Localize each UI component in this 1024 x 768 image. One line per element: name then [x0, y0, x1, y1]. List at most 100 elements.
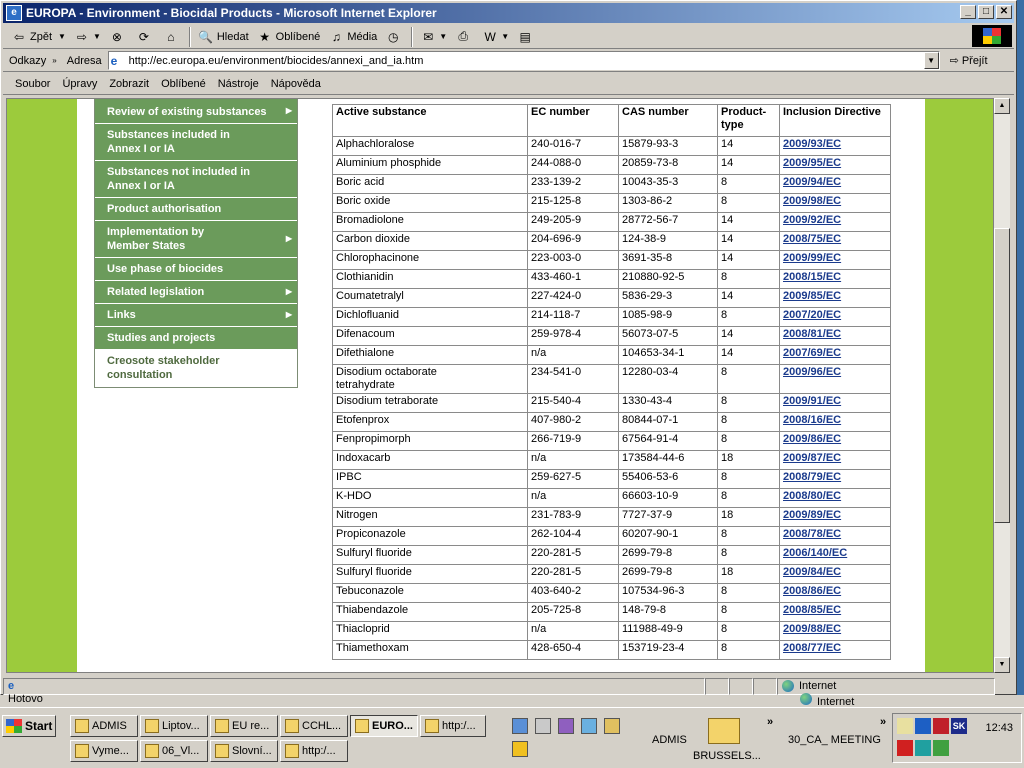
directive-link[interactable]: 2009/87/EC	[783, 452, 841, 464]
directive-link[interactable]: 2007/20/EC	[783, 309, 841, 321]
history-button[interactable]: ◷	[381, 26, 408, 48]
directive-link[interactable]: 2009/92/EC	[783, 214, 841, 226]
directive-link[interactable]: 2008/75/EC	[783, 233, 841, 245]
stop-button[interactable]: ⊗	[105, 26, 132, 48]
tray-antivirus-icon[interactable]	[933, 718, 949, 734]
nav-item[interactable]: Substances not included in Annex I or IA	[95, 161, 297, 198]
vertical-scrollbar[interactable]: ▲ ▼	[994, 98, 1010, 673]
directive-link[interactable]: 2009/96/EC	[783, 366, 841, 378]
nav-item[interactable]: Implementation by Member States ▶	[95, 221, 297, 258]
quicklaunch-icon[interactable]	[535, 718, 551, 734]
taskbar-button[interactable]: ADMIS	[70, 715, 138, 737]
directive-link[interactable]: 2008/81/EC	[783, 328, 841, 340]
directive-link[interactable]: 2007/69/EC	[783, 347, 841, 359]
language-indicator[interactable]: SK	[951, 718, 967, 734]
toolbar-folder-label[interactable]: 30_CA_ MEETING	[788, 734, 881, 746]
directive-link[interactable]: 2008/16/EC	[783, 414, 841, 426]
address-dropdown-button[interactable]: ▼	[923, 52, 939, 69]
chevron-down-icon[interactable]: ▼	[501, 32, 509, 41]
tray-play-icon[interactable]	[915, 718, 931, 734]
home-button[interactable]: ⌂	[159, 26, 186, 48]
nav-item[interactable]: Review of existing substances ▶	[95, 99, 297, 124]
media-player-icon[interactable]	[512, 741, 528, 757]
tray-app-icon[interactable]	[897, 740, 913, 756]
taskbar-button[interactable]: CCHL...	[280, 715, 348, 737]
quicklaunch-icon[interactable]	[558, 718, 574, 734]
back-button[interactable]: ⇦ Zpět ▼	[7, 26, 70, 48]
start-button[interactable]: Start	[2, 715, 56, 737]
directive-link[interactable]: 2009/84/EC	[783, 566, 841, 578]
directive-link[interactable]: 2009/95/EC	[783, 157, 841, 169]
tray-app-icon[interactable]	[915, 740, 931, 756]
go-button[interactable]: ⇨ Přejít	[950, 54, 988, 68]
nav-item[interactable]: Product authorisation	[95, 198, 297, 221]
nav-item[interactable]: Studies and projects	[95, 327, 297, 350]
taskbar-button[interactable]: 06_Vl...	[140, 740, 208, 762]
taskbar-button[interactable]: Liptov...	[140, 715, 208, 737]
scroll-down-button[interactable]: ▼	[994, 657, 1010, 673]
favorites-button[interactable]: ★ Oblíbené	[253, 26, 325, 48]
nav-item[interactable]: Substances included in Annex I or IA	[95, 124, 297, 161]
directive-link[interactable]: 2008/85/EC	[783, 604, 841, 616]
directive-link[interactable]: 2008/77/EC	[783, 642, 841, 654]
forward-button[interactable]: ⇨ ▼	[70, 26, 105, 48]
directive-link[interactable]: 2006/140/EC	[783, 547, 847, 559]
volume-icon[interactable]	[897, 718, 913, 734]
directive-link[interactable]: 2009/93/EC	[783, 138, 841, 150]
edit-button[interactable]: W ▼	[478, 26, 513, 48]
menu-item[interactable]: Nápověda	[265, 78, 327, 90]
search-button[interactable]: 🔍 Hledat	[194, 26, 253, 48]
directive-link[interactable]: 2009/86/EC	[783, 433, 841, 445]
directive-link[interactable]: 2009/94/EC	[783, 176, 841, 188]
print-button[interactable]: ⎙	[451, 26, 478, 48]
directive-link[interactable]: 2009/99/EC	[783, 252, 841, 264]
taskbar-button[interactable]: Vyme...	[70, 740, 138, 762]
media-button[interactable]: ♫ Média	[324, 26, 381, 48]
taskbar-button[interactable]: http:/...	[280, 740, 348, 762]
maximize-button[interactable]: □	[978, 5, 994, 19]
directive-link[interactable]: 2008/80/EC	[783, 490, 841, 502]
chevron-right-icon[interactable]: »	[880, 716, 886, 728]
refresh-button[interactable]: ⟳	[132, 26, 159, 48]
directive-link[interactable]: 2009/89/EC	[783, 509, 841, 521]
quicklaunch-icon[interactable]	[604, 718, 620, 734]
taskbar-button[interactable]: EURO...	[350, 715, 418, 737]
quicklaunch-icon[interactable]	[581, 718, 597, 734]
close-button[interactable]: ✕	[996, 5, 1012, 19]
directive-link[interactable]: 2008/78/EC	[783, 528, 841, 540]
nav-item[interactable]: Links ▶	[95, 304, 297, 327]
directive-link[interactable]: 2008/15/EC	[783, 271, 841, 283]
menu-item[interactable]: Soubor	[9, 78, 56, 90]
directive-link[interactable]: 2008/86/EC	[783, 585, 841, 597]
mail-button[interactable]: ✉ ▼	[416, 26, 451, 48]
directive-link[interactable]: 2009/98/EC	[783, 195, 841, 207]
chevron-down-icon[interactable]: ▼	[93, 32, 101, 41]
discuss-button[interactable]: ▤	[513, 26, 540, 48]
chevron-right-icon[interactable]: »	[52, 56, 56, 65]
chevron-right-icon[interactable]: »	[767, 716, 773, 728]
chevron-down-icon[interactable]: ▼	[58, 32, 66, 41]
directive-link[interactable]: 2009/91/EC	[783, 395, 841, 407]
directive-link[interactable]: 2009/85/EC	[783, 290, 841, 302]
nav-item[interactable]: Use phase of biocides	[95, 258, 297, 281]
clock[interactable]: 12:43	[985, 722, 1013, 734]
links-label[interactable]: Odkazy	[3, 55, 52, 67]
folder-icon[interactable]	[708, 718, 740, 744]
desktop-folder-label[interactable]: ADMIS	[652, 734, 687, 746]
taskbar-button[interactable]: Slovní...	[210, 740, 278, 762]
taskbar-button[interactable]: EU re...	[210, 715, 278, 737]
chevron-down-icon[interactable]: ▼	[439, 32, 447, 41]
quicklaunch-icon[interactable]	[512, 718, 528, 734]
nav-item[interactable]: Related legislation ▶	[95, 281, 297, 304]
menu-item[interactable]: Nástroje	[212, 78, 265, 90]
desktop-folder-label[interactable]: BRUSSELS...	[693, 750, 761, 762]
tray-network-icon[interactable]	[933, 740, 949, 756]
minimize-button[interactable]: _	[960, 5, 976, 19]
title-bar[interactable]: e EUROPA - Environment - Biocidal Produc…	[3, 3, 1014, 23]
nav-item[interactable]: Creosote stakeholder consultation	[95, 350, 297, 387]
menu-item[interactable]: Zobrazit	[103, 78, 155, 90]
directive-link[interactable]: 2008/79/EC	[783, 471, 841, 483]
address-input[interactable]: e http://ec.europa.eu/environment/biocid…	[107, 51, 940, 70]
directive-link[interactable]: 2009/88/EC	[783, 623, 841, 635]
scroll-thumb[interactable]	[994, 228, 1010, 523]
